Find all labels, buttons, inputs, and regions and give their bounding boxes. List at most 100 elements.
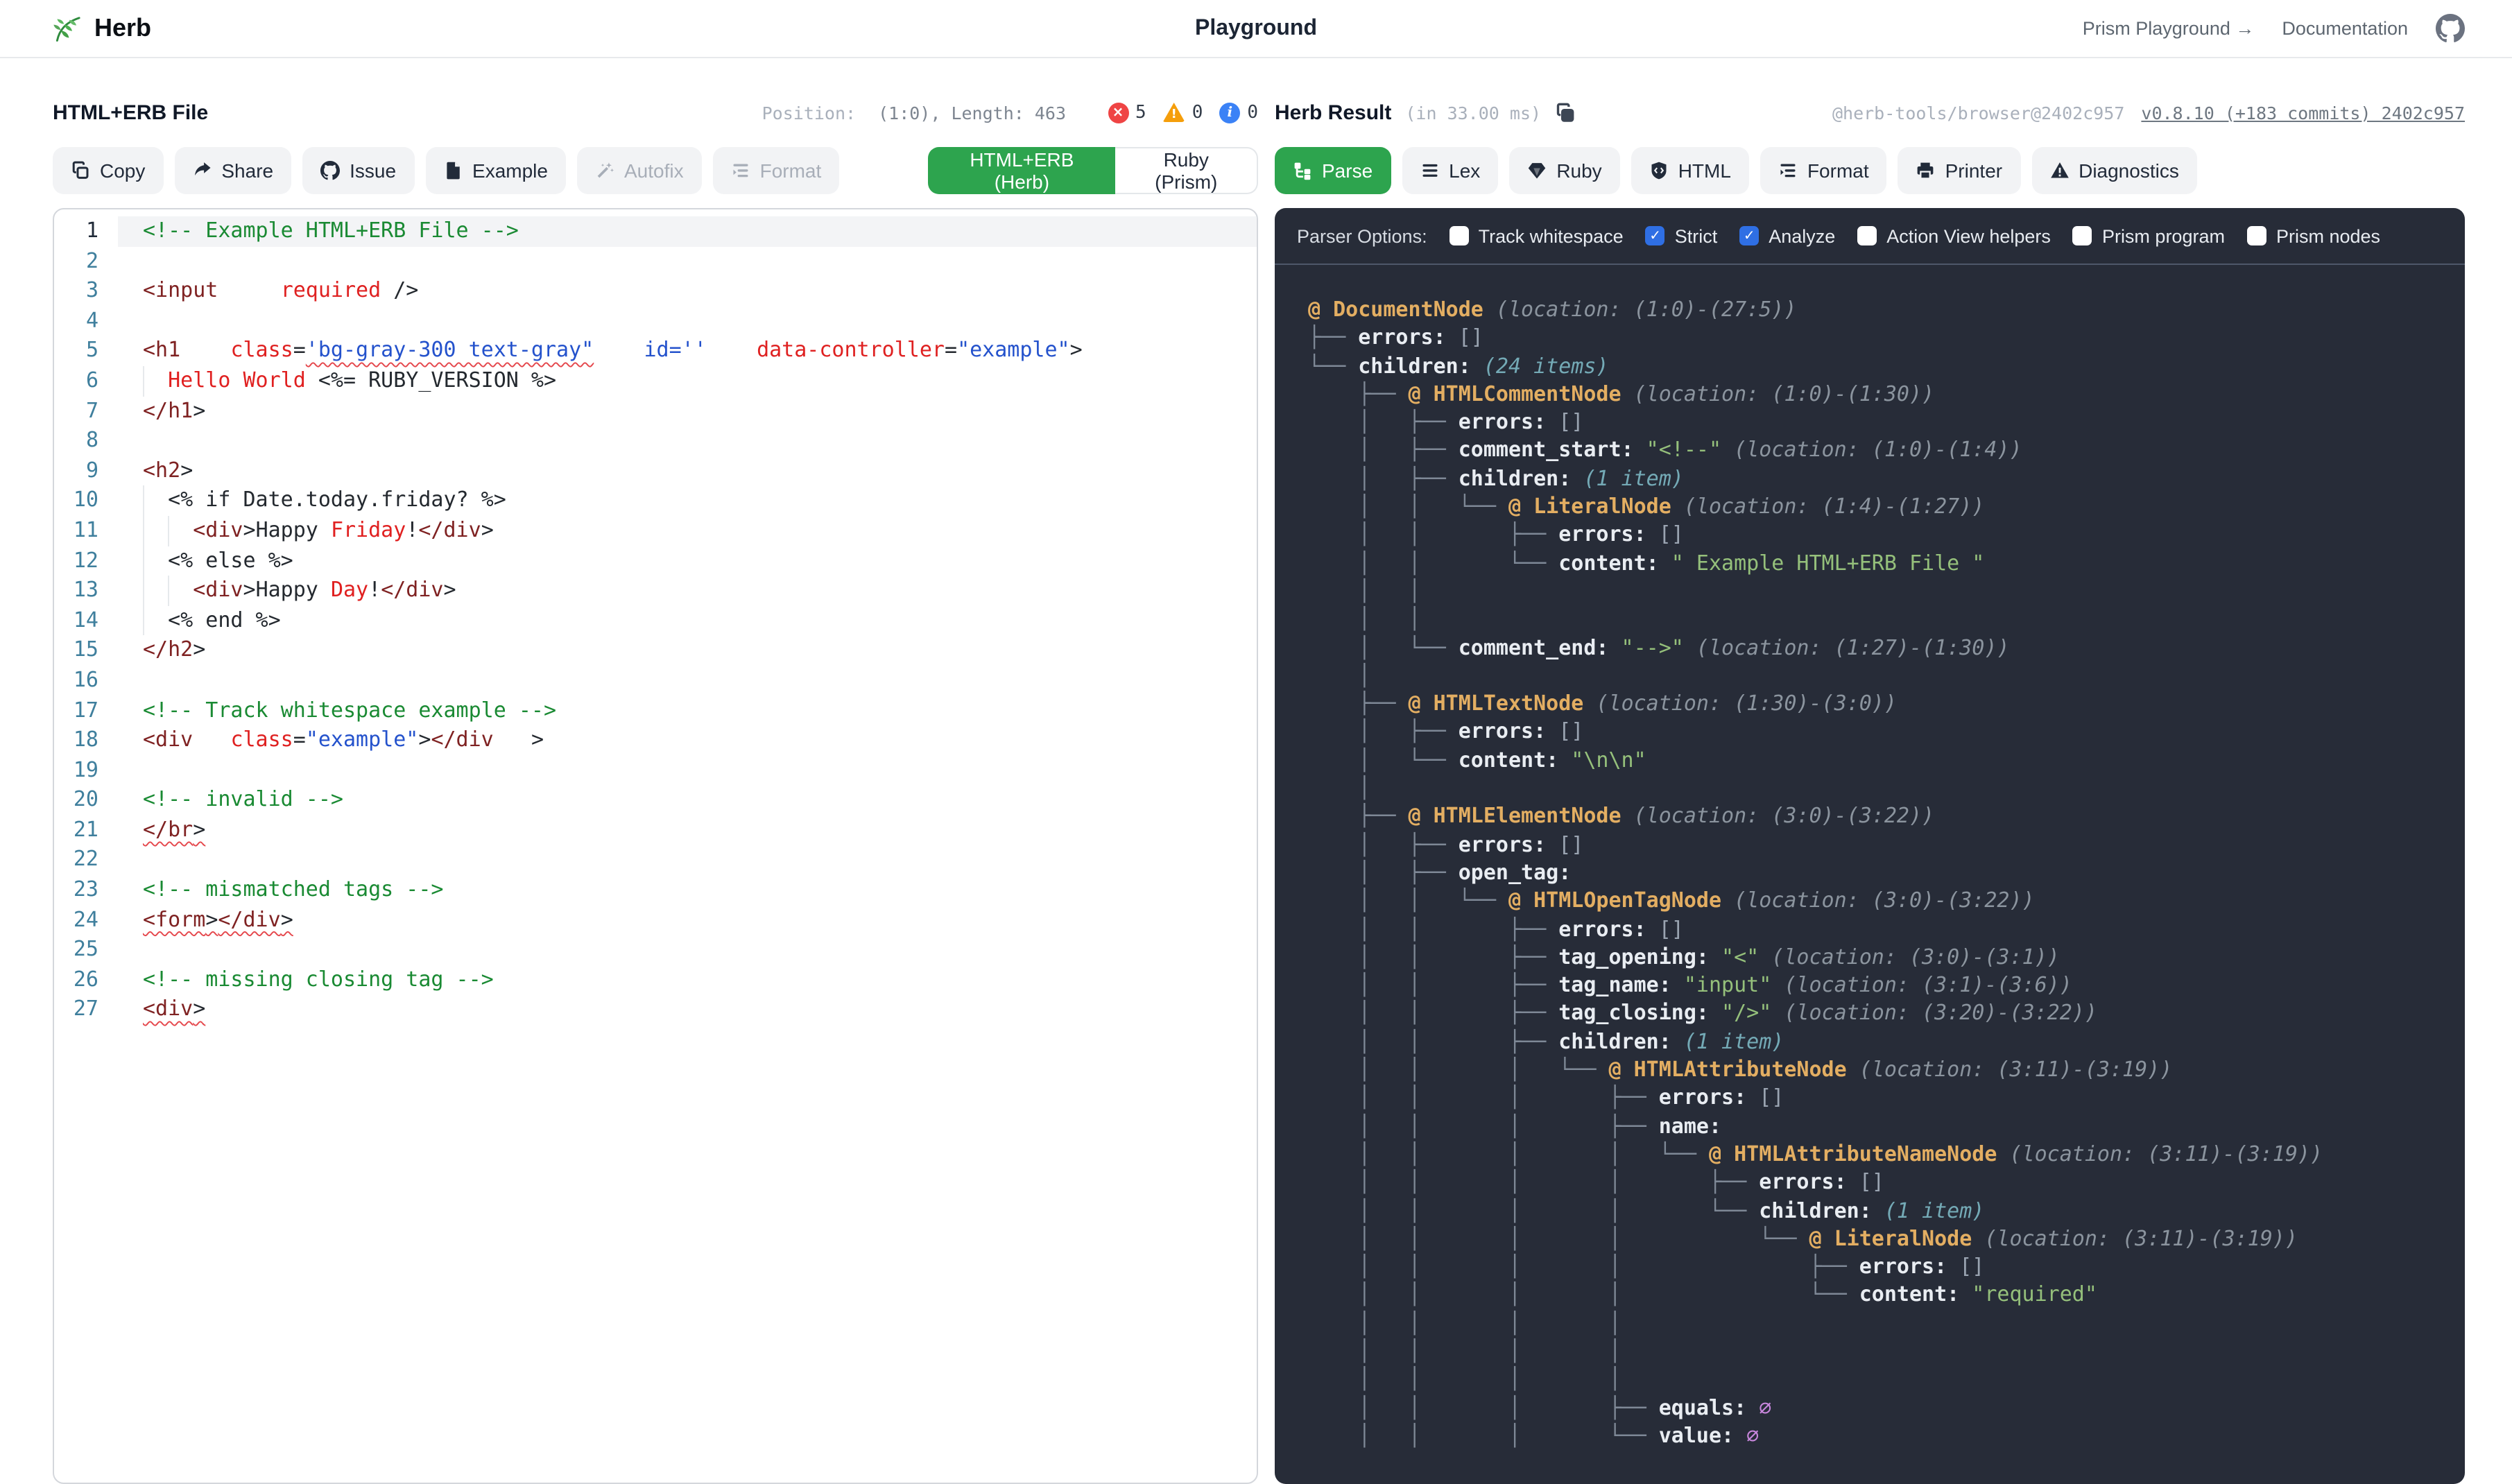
lex-button[interactable]: Lex	[1402, 147, 1498, 194]
editor-line[interactable]: 5<h1 class='bg-gray-300 text-gray" id=''…	[54, 336, 1257, 366]
line-number: 10	[54, 486, 118, 516]
tree-line: │ │ │ │ └── content: "required"	[1308, 1281, 2448, 1309]
tree-line: │ │ ├── errors: []	[1308, 915, 2448, 943]
copy-button[interactable]: Copy	[53, 147, 163, 194]
line-number: 18	[54, 725, 118, 755]
mode-html-erb-herb[interactable]: HTML+ERB (Herb)	[928, 147, 1115, 194]
line-number: 7	[54, 396, 118, 426]
tree-line: │ ├── errors: []	[1308, 408, 2448, 436]
prism-playground-link[interactable]: Prism Playground →	[2083, 18, 2255, 39]
format-label: Format	[760, 159, 822, 182]
issue-button[interactable]: Issue	[302, 147, 414, 194]
github-issue-icon	[320, 161, 340, 180]
tree-line: │ │ │ │	[1308, 1337, 2448, 1365]
source-title: HTML+ERB File	[53, 101, 208, 124]
option-prism-program[interactable]: Prism program	[2073, 225, 2225, 246]
line-number: 6	[54, 366, 118, 396]
documentation-link[interactable]: Documentation	[2282, 18, 2408, 39]
warning-triangle-icon	[2049, 161, 2069, 180]
github-icon[interactable]	[2436, 14, 2465, 43]
option-track-whitespace[interactable]: Track whitespace	[1449, 225, 1624, 246]
format-button[interactable]: Format	[713, 147, 840, 194]
option-prism-nodes[interactable]: Prism nodes	[2247, 225, 2380, 246]
editor-line[interactable]: 13 <div>Happy Day!</div>	[54, 576, 1257, 605]
example-button[interactable]: Example	[425, 147, 566, 194]
copy-icon	[1555, 102, 1576, 123]
tree-line: │ ├── errors: []	[1308, 830, 2448, 859]
warning-icon	[1163, 103, 1185, 122]
example-label: Example	[472, 159, 548, 182]
line-number: 5	[54, 336, 118, 366]
editor-line[interactable]: 2	[54, 246, 1257, 276]
checkbox[interactable]	[1739, 226, 1759, 245]
editor-line[interactable]: 16	[54, 666, 1257, 696]
version-link[interactable]: v0.8.10 (+183 commits) 2402c957	[2141, 102, 2465, 123]
tree-line: ├── @ HTMLElementNode (location: (3:0)-(…	[1308, 802, 2448, 831]
checkbox[interactable]	[1449, 226, 1469, 245]
editor-line[interactable]: 17<!-- Track whitespace example -->	[54, 696, 1257, 725]
ast-tree[interactable]: @ DocumentNode (location: (1:0)-(27:5))├…	[1275, 265, 2465, 1472]
editor-line[interactable]: 9<h2>	[54, 456, 1257, 486]
file-icon	[443, 161, 463, 180]
editor-line[interactable]: 21</br>	[54, 816, 1257, 845]
editor-line[interactable]: 1<!-- Example HTML+ERB File -->	[54, 216, 1257, 246]
editor-line[interactable]: 7</h1>	[54, 396, 1257, 426]
printer-button[interactable]: Printer	[1898, 147, 2020, 194]
editor-line[interactable]: 25	[54, 935, 1257, 965]
line-number: 12	[54, 546, 118, 576]
editor-line[interactable]: 6 Hello World <%= RUBY_VERSION %>	[54, 366, 1257, 396]
result-toolbar: Parse Lex	[1275, 147, 2465, 194]
editor-line[interactable]: 3<input required />	[54, 276, 1257, 306]
checkbox[interactable]	[2073, 226, 2092, 245]
parse-button[interactable]: Parse	[1275, 147, 1391, 194]
result-format-button[interactable]: Format	[1760, 147, 1887, 194]
editor-line[interactable]: 14 <% end %>	[54, 605, 1257, 635]
line-number: 13	[54, 576, 118, 605]
editor-line[interactable]: 11 <div>Happy Friday!</div>	[54, 516, 1257, 546]
tree-line: │ │ │ │ ├── errors: []	[1308, 1252, 2448, 1281]
ruby-button[interactable]: Ruby	[1509, 147, 1619, 194]
share-button[interactable]: Share	[174, 147, 291, 194]
option-analyze[interactable]: Analyze	[1739, 225, 1835, 246]
editor-line[interactable]: 22	[54, 845, 1257, 875]
editor-line[interactable]: 27<div>	[54, 995, 1257, 1025]
tree-line: │ ├── comment_start: "<!--" (location: (…	[1308, 436, 2448, 465]
option-strict[interactable]: Strict	[1646, 225, 1718, 246]
editor-line[interactable]: 19	[54, 755, 1257, 785]
html-button[interactable]: HTML	[1631, 147, 1749, 194]
editor-line[interactable]: 23<!-- mismatched tags -->	[54, 875, 1257, 905]
option-label: Prism program	[2102, 225, 2225, 246]
editor-line[interactable]: 24<form></div>	[54, 905, 1257, 935]
top-bar: Herb Playground Prism Playground → Docum…	[0, 0, 2512, 58]
copy-result-button[interactable]	[1555, 102, 1576, 123]
version-meta: @herb-tools/browser@2402c957 v0.8.10 (+1…	[1832, 102, 2465, 123]
checkbox[interactable]	[1857, 226, 1877, 245]
line-number: 1	[54, 216, 118, 246]
editor-line[interactable]: 8	[54, 426, 1257, 456]
editor-line[interactable]: 18<div class="example"></div >	[54, 725, 1257, 755]
code-editor[interactable]: 1<!-- Example HTML+ERB File -->23<input …	[53, 208, 1258, 1484]
line-number: 15	[54, 636, 118, 666]
tree-line: │ │ │ └── value: ∅	[1308, 1422, 2448, 1450]
editor-line[interactable]: 26<!-- missing closing tag -->	[54, 965, 1257, 995]
editor-line[interactable]: 10 <% if Date.today.friday? %>	[54, 486, 1257, 516]
diagnostics-button[interactable]: Diagnostics	[2031, 147, 2197, 194]
line-number: 22	[54, 845, 118, 875]
option-label: Analyze	[1769, 225, 1835, 246]
option-action-view-helpers[interactable]: Action View helpers	[1857, 225, 2051, 246]
printer-icon	[1916, 161, 1936, 180]
editor-line[interactable]: 15</h2>	[54, 636, 1257, 666]
line-number: 20	[54, 786, 118, 816]
autofix-button[interactable]: Autofix	[577, 147, 702, 194]
checkbox[interactable]	[2247, 226, 2266, 245]
editor-line[interactable]: 4	[54, 307, 1257, 336]
editor-line[interactable]: 12 <% else %>	[54, 546, 1257, 576]
copy-icon	[71, 161, 90, 180]
tree-line: │ │	[1308, 577, 2448, 605]
mode-ruby-prism[interactable]: Ruby (Prism)	[1116, 147, 1258, 194]
editor-line[interactable]: 20<!-- invalid -->	[54, 786, 1257, 816]
line-number: 25	[54, 935, 118, 965]
checkbox[interactable]	[1646, 226, 1665, 245]
line-number: 24	[54, 905, 118, 935]
tree-line: │ │ │ ├── errors: []	[1308, 1084, 2448, 1112]
